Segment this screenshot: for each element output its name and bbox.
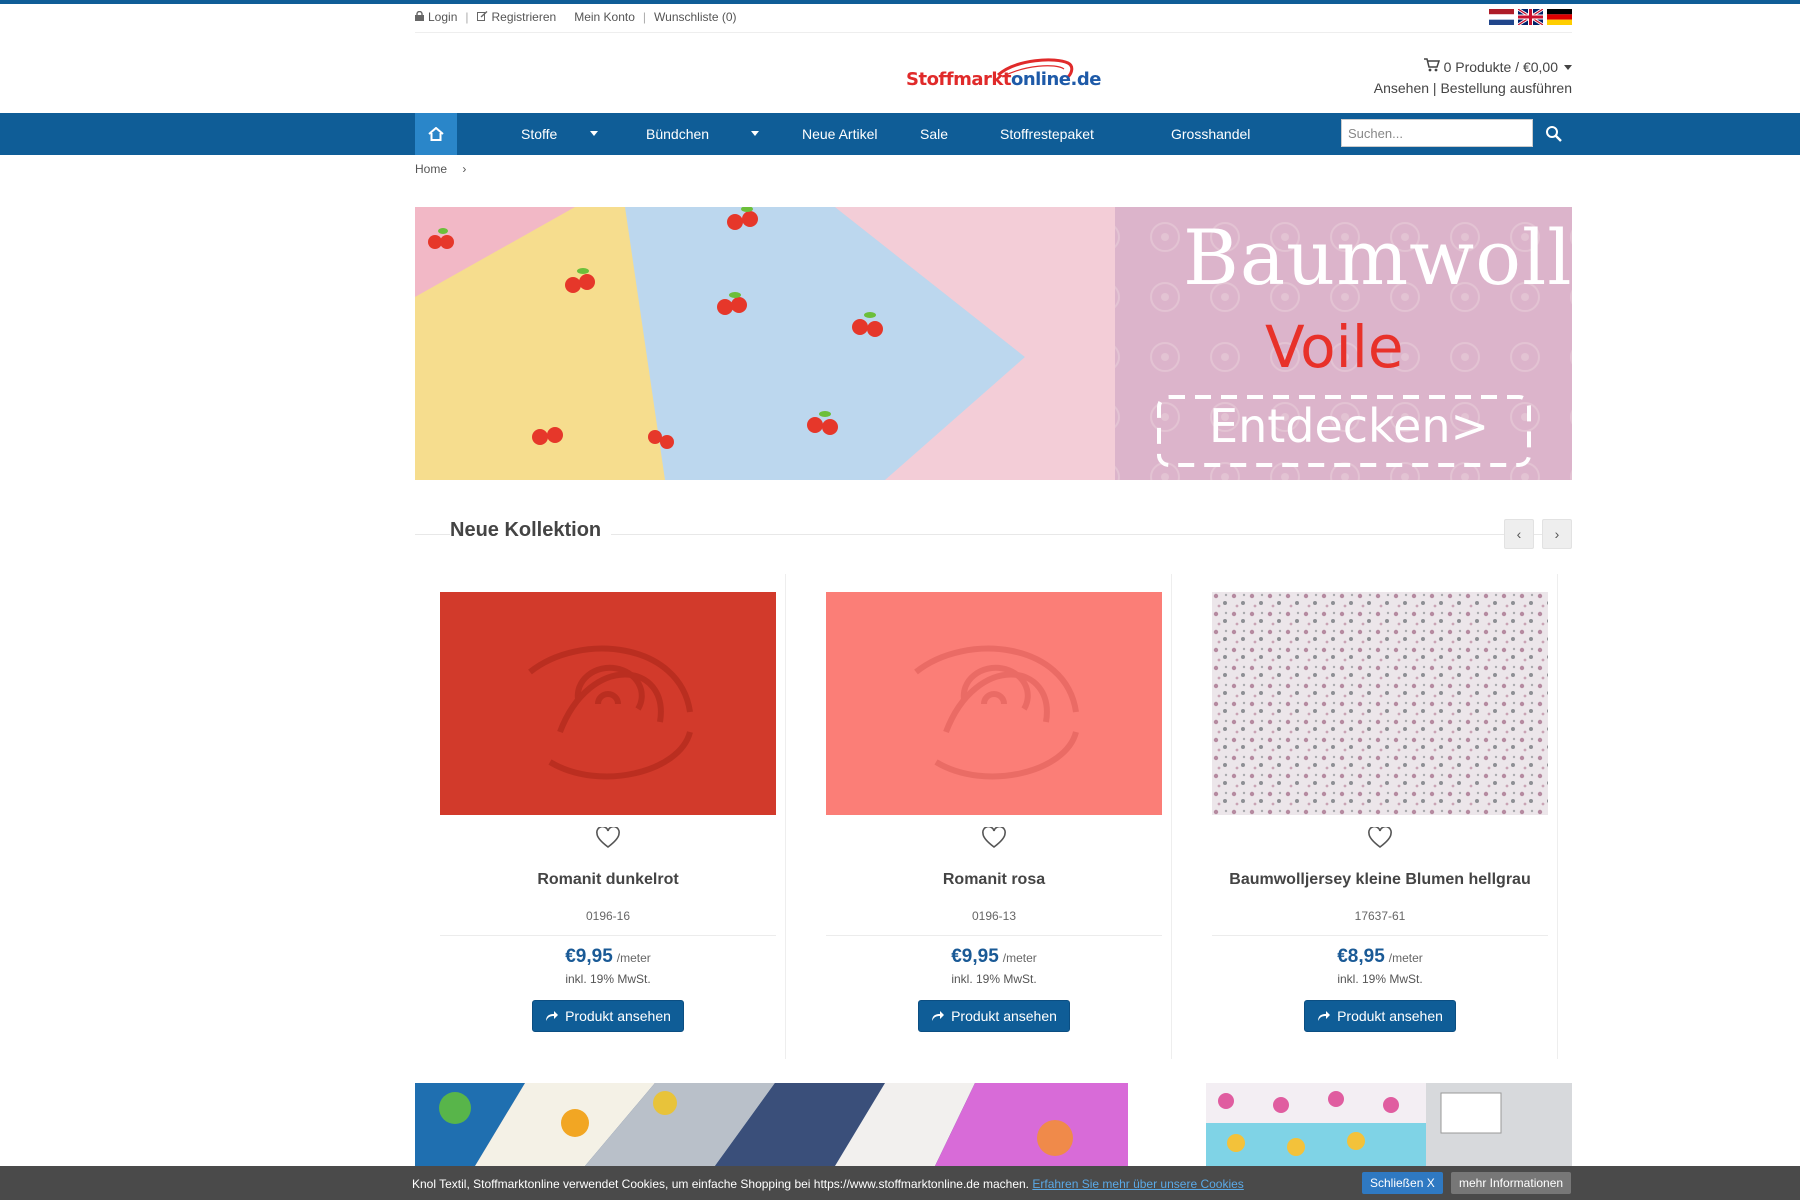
banner-cta[interactable]: Entdecken> — [1209, 399, 1489, 453]
product-price: €9,95/meter — [440, 946, 776, 968]
card-divider — [785, 574, 786, 1059]
promo-image — [415, 1083, 1128, 1166]
top-bar: Login | Registrieren Mein Konto | Wunsch… — [415, 4, 1572, 32]
price-unit: /meter — [1388, 951, 1423, 965]
main-nav: Stoffe Bündchen Neue Artikel Sale Stoffr… — [0, 113, 1800, 155]
card-separator — [1212, 935, 1548, 936]
product-image[interactable] — [440, 592, 776, 815]
product-sku: 0196-13 — [971, 909, 1017, 923]
heart-icon[interactable] — [596, 827, 620, 849]
product-card[interactable]: Romanit rosa 0196-13 €9,95/meter inkl. 1… — [826, 592, 1162, 1032]
new-collection-header: Neue Kollektion ‹ › — [415, 515, 1572, 551]
cookie-bar: Knol Textil, Stoffmarktonline verwendet … — [0, 1166, 1800, 1200]
chevron-down-icon[interactable] — [1564, 65, 1572, 70]
card-divider — [1171, 574, 1172, 1059]
price-unit: /meter — [1002, 951, 1037, 965]
product-name[interactable]: Romanit dunkelrot — [440, 871, 776, 889]
search-icon[interactable] — [1544, 124, 1564, 144]
wishlist-link[interactable]: Wunschliste (0) — [654, 10, 736, 24]
breadcrumb-separator: › — [462, 162, 467, 176]
nav-item-neue-artikel[interactable]: Neue Artikel — [802, 113, 877, 155]
nav-item-stoffe[interactable]: Stoffe — [521, 113, 557, 155]
heart-icon[interactable] — [1368, 827, 1392, 849]
product-sku: 0196-16 — [585, 909, 631, 923]
nav-item-sale[interactable]: Sale — [920, 113, 948, 155]
cookie-more-info-button[interactable]: mehr Informationen — [1451, 1172, 1572, 1194]
product-image[interactable] — [1212, 592, 1548, 815]
product-sku: 17637-61 — [1354, 909, 1406, 923]
tax-note: inkl. 19% MwSt. — [1337, 972, 1423, 986]
product-card[interactable]: Baumwolljersey kleine Blumen hellgrau 17… — [1212, 592, 1548, 1032]
search-input[interactable] — [1341, 119, 1533, 147]
product-name[interactable]: Romanit rosa — [826, 871, 1162, 889]
share-arrow-icon — [1318, 1011, 1331, 1021]
de-flag-icon[interactable] — [1547, 9, 1572, 25]
chevron-down-icon[interactable] — [590, 131, 598, 136]
card-separator — [440, 935, 776, 936]
my-account-link[interactable]: Mein Konto — [574, 10, 635, 24]
view-product-label: Produkt ansehen — [565, 1008, 671, 1024]
login-link[interactable]: Login — [428, 10, 457, 24]
view-product-button[interactable]: Produkt ansehen — [918, 1000, 1070, 1032]
section-title: Neue Kollektion — [450, 519, 612, 542]
site-header: Stoffmarktonline.de 0 Produkte / €0,00 A… — [415, 32, 1572, 113]
share-arrow-icon — [932, 1011, 945, 1021]
cart-total[interactable]: 0 Produkte / €0,00 — [1444, 57, 1558, 78]
cookie-close-button[interactable]: Schließen X — [1362, 1172, 1443, 1194]
price-value: €9,95 — [565, 946, 613, 967]
cookie-text: Knol Textil, Stoffmarktonline verwendet … — [412, 1177, 1030, 1191]
product-price: €8,95/meter — [1212, 946, 1548, 968]
separator: | — [642, 10, 647, 24]
home-button[interactable] — [415, 113, 457, 155]
breadcrumb: Home › — [415, 162, 1572, 176]
banner-headline-2: Voile — [1265, 313, 1404, 381]
uk-flag-icon[interactable] — [1518, 9, 1543, 25]
chevron-down-icon[interactable] — [751, 131, 759, 136]
hero-banner[interactable]: Baumwoll Voile Entdecken> — [415, 207, 1572, 480]
register-link[interactable]: Registrieren — [492, 10, 557, 24]
promo-image — [1206, 1083, 1572, 1166]
product-price: €9,95/meter — [826, 946, 1162, 968]
chevron-right-icon: › — [1554, 526, 1560, 542]
nav-item-buendchen[interactable]: Bündchen — [646, 113, 709, 155]
logo-text-part2: online.de — [1010, 69, 1101, 90]
separator: | — [465, 10, 469, 24]
view-product-label: Produkt ansehen — [1337, 1008, 1443, 1024]
nav-item-grosshandel[interactable]: Grosshandel — [1171, 113, 1250, 155]
nav-item-stoffrestepaket[interactable]: Stoffrestepaket — [1000, 113, 1094, 155]
product-carousel: Romanit dunkelrot 0196-16 €9,95/meter in… — [415, 574, 1572, 1059]
card-divider — [1557, 574, 1558, 1059]
cart-summary: 0 Produkte / €0,00 Ansehen | Bestellung … — [1374, 57, 1572, 99]
banner-headline-1: Baumwoll — [1183, 213, 1572, 302]
product-image[interactable] — [826, 592, 1162, 815]
cookie-policy-link[interactable]: Erfahren Sie mehr über unsere Cookies — [1032, 1177, 1243, 1191]
promo-banner-right[interactable] — [1206, 1083, 1572, 1166]
product-name[interactable]: Baumwolljersey kleine Blumen hellgrau — [1212, 871, 1548, 889]
card-separator — [826, 935, 1162, 936]
view-product-button[interactable]: Produkt ansehen — [532, 1000, 684, 1032]
price-value: €8,95 — [1337, 946, 1385, 967]
share-arrow-icon — [546, 1011, 559, 1021]
lock-icon — [415, 10, 424, 24]
heart-icon[interactable] — [982, 827, 1006, 849]
home-icon — [428, 127, 444, 141]
view-product-button[interactable]: Produkt ansehen — [1304, 1000, 1456, 1032]
nl-flag-icon[interactable] — [1489, 9, 1514, 25]
tax-note: inkl. 19% MwSt. — [951, 972, 1037, 986]
product-card[interactable]: Romanit dunkelrot 0196-16 €9,95/meter in… — [440, 592, 776, 1032]
tax-note: inkl. 19% MwSt. — [565, 972, 651, 986]
breadcrumb-home[interactable]: Home — [415, 162, 447, 176]
promo-banner-left[interactable] — [415, 1083, 1128, 1166]
carousel-next-button[interactable]: › — [1542, 519, 1572, 549]
edit-icon — [476, 10, 488, 24]
chevron-left-icon: ‹ — [1516, 526, 1522, 542]
carousel-prev-button[interactable]: ‹ — [1504, 519, 1534, 549]
cart-links[interactable]: Ansehen | Bestellung ausführen — [1374, 78, 1572, 99]
logo-text-part1: Stoffmarkt — [906, 69, 1011, 90]
price-unit: /meter — [616, 951, 651, 965]
site-logo[interactable]: Stoffmarktonline.de — [906, 55, 1101, 97]
cart-icon[interactable] — [1423, 57, 1440, 78]
price-value: €9,95 — [951, 946, 999, 967]
view-product-label: Produkt ansehen — [951, 1008, 1057, 1024]
